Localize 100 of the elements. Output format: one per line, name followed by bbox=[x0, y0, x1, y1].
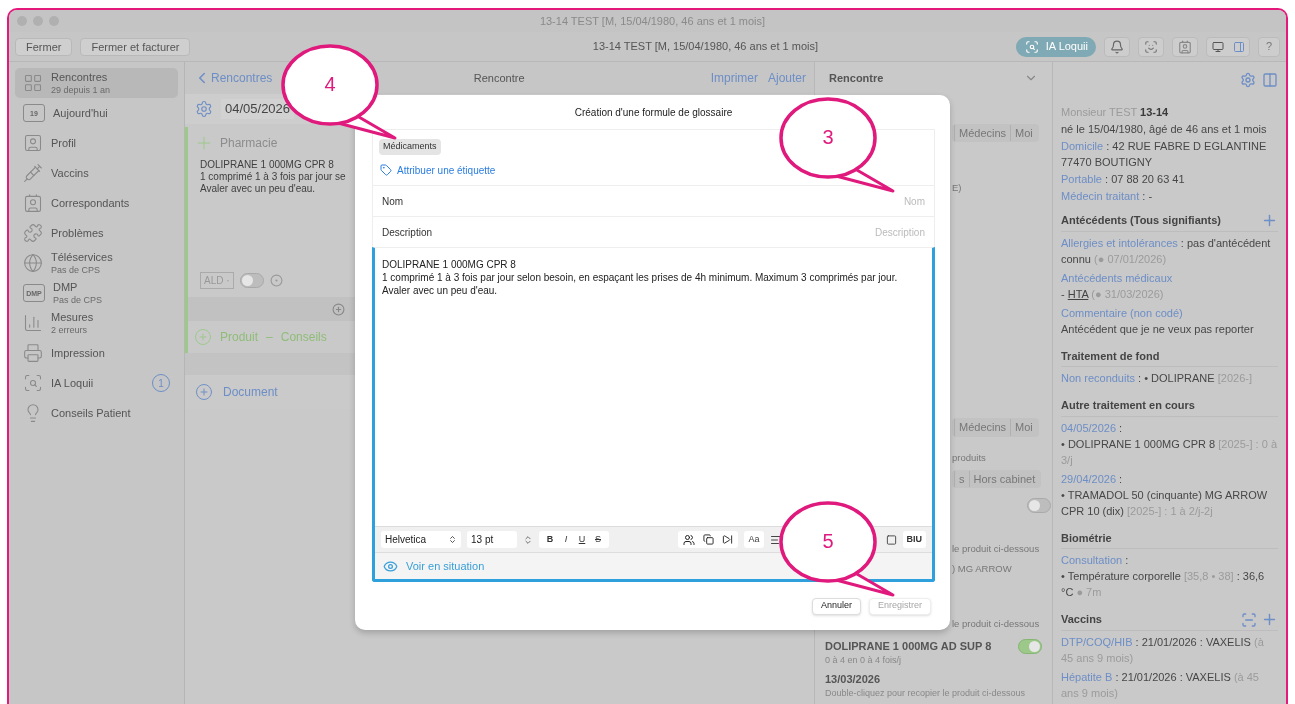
assign-tag-link[interactable]: Attribuer une étiquette bbox=[379, 162, 496, 178]
header-link[interactable]: Ajouter bbox=[767, 69, 806, 87]
font-select[interactable]: Helvetica bbox=[381, 531, 461, 548]
copy-icon[interactable] bbox=[703, 534, 715, 545]
style-button[interactable]: S bbox=[590, 532, 606, 547]
sidebar-item[interactable]: IA Loquii 1 bbox=[15, 368, 178, 398]
layout-toggle-icon[interactable] bbox=[1206, 36, 1250, 57]
text-fragment: E) bbox=[952, 181, 962, 196]
sidebar-item[interactable]: Profil bbox=[15, 128, 178, 158]
history-line: Antécédent que je ne veux pas reporter bbox=[1061, 321, 1255, 337]
style-button[interactable]: I bbox=[558, 532, 574, 547]
sidebar-item[interactable]: Problèmes bbox=[15, 218, 178, 248]
prescription-line: 1 comprimé 1 à 3 fois par jour se bbox=[200, 171, 346, 183]
style-button[interactable]: U bbox=[574, 532, 590, 547]
sidebar-item[interactable]: Vaccins bbox=[15, 158, 178, 188]
back-link[interactable]: Rencontres bbox=[193, 69, 273, 87]
header-link[interactable]: Imprimer bbox=[710, 69, 758, 87]
text-fragment: le produit ci-dessous bbox=[952, 542, 1040, 556]
add-icon[interactable] bbox=[194, 328, 212, 346]
skip-forward-icon[interactable] bbox=[722, 534, 734, 545]
segment[interactable]: Médecins bbox=[954, 419, 1011, 436]
split-panel-icon[interactable] bbox=[1262, 71, 1278, 88]
sidebar-label: Aujourd'hui bbox=[53, 106, 109, 120]
segmented-control[interactable]: Médecins Moi bbox=[952, 418, 1039, 437]
square-icon[interactable] bbox=[885, 533, 897, 546]
add-icon[interactable] bbox=[1261, 611, 1278, 628]
info-link[interactable]: Consultation bbox=[1061, 554, 1123, 566]
segment[interactable]: Moi bbox=[1010, 419, 1037, 436]
globe-icon bbox=[23, 253, 43, 273]
style-button[interactable]: BIU bbox=[902, 531, 926, 548]
info-link[interactable]: Domicile bbox=[1061, 139, 1104, 152]
sidebar-label: Conseils Patient bbox=[51, 406, 132, 420]
segmented-control[interactable]: Médecins Moi bbox=[952, 124, 1039, 143]
stepper-icon bbox=[448, 535, 457, 544]
info-link[interactable]: Hépatite B bbox=[1061, 671, 1113, 683]
puzzle-icon bbox=[23, 223, 43, 243]
segment[interactable]: s bbox=[954, 470, 969, 488]
form-field[interactable]: Description Description bbox=[372, 216, 935, 247]
settings-icon[interactable] bbox=[195, 100, 213, 118]
toolbar-button[interactable]: Fermer bbox=[15, 37, 73, 56]
sidebar-label: Profil bbox=[51, 136, 78, 150]
eye-icon[interactable] bbox=[383, 558, 398, 574]
sidebar-label: Rencontres bbox=[51, 70, 109, 84]
size-field[interactable]: 13 pt bbox=[467, 531, 517, 548]
grid-icon bbox=[23, 73, 43, 93]
text-field[interactable]: Description bbox=[502, 224, 925, 240]
toggle-switch[interactable] bbox=[1027, 498, 1051, 513]
bell-icon[interactable] bbox=[1104, 36, 1130, 57]
segmented-control[interactable]: s Hors cabinet bbox=[952, 469, 1042, 488]
profile-card-icon bbox=[23, 133, 43, 153]
sidebar-item[interactable]: Mesures 2 erreurs bbox=[15, 308, 178, 338]
people-icon[interactable] bbox=[683, 533, 696, 546]
segment[interactable]: Moi bbox=[1010, 124, 1037, 142]
text-field[interactable]: Nom bbox=[502, 193, 925, 209]
sidebar-item[interactable]: Conseils Patient bbox=[15, 398, 178, 428]
segment[interactable]: Médecins bbox=[954, 124, 1011, 142]
section-title: Biométrie bbox=[1061, 530, 1112, 546]
sidebar-item[interactable]: Rencontres 29 depuis 1 an bbox=[15, 68, 178, 98]
info-link[interactable]: 04/05/2026 bbox=[1061, 421, 1117, 434]
info-link[interactable]: DTP/COQ/HIB bbox=[1061, 636, 1133, 648]
dialog-button[interactable]: Annuler bbox=[811, 597, 861, 615]
scan-icon[interactable] bbox=[1241, 611, 1257, 628]
help-button[interactable]: ? bbox=[1258, 36, 1280, 57]
sidebar-label: Mesures bbox=[51, 310, 95, 324]
segment[interactable]: Hors cabinet bbox=[968, 470, 1040, 488]
add-icon[interactable] bbox=[332, 302, 345, 316]
toggle-switch[interactable] bbox=[239, 272, 264, 288]
sidebar-item[interactable]: Correspondants bbox=[15, 188, 178, 218]
document-link[interactable]: Document bbox=[223, 383, 278, 401]
prescription-line: Avaler avec un peu d'eau. bbox=[200, 183, 316, 195]
assistant-button[interactable]: IA Loquii bbox=[1015, 36, 1096, 57]
sidebar-label: Impression bbox=[51, 346, 106, 360]
toggle-switch[interactable] bbox=[1018, 638, 1042, 654]
face-scan-icon[interactable] bbox=[1138, 36, 1164, 57]
section-title: Rencontre bbox=[829, 70, 884, 86]
scan-search-icon bbox=[1023, 39, 1040, 54]
toolbar-button[interactable]: Fermer et facturer bbox=[80, 37, 191, 56]
add-icon[interactable] bbox=[195, 383, 213, 401]
tag-chip[interactable]: Médicaments bbox=[379, 139, 441, 155]
align-icon[interactable] bbox=[769, 533, 782, 546]
editor-text-area[interactable]: DOLIPRANE 1 000MG CPR 8 1 comprimé 1 à 3 fois par jour selon besoin, en espaçant les prises de 4h minimum. Maximum 3 comprimés par jour. Avaler avec un peu d'eau. bbox=[375, 248, 932, 526]
sidebar-item[interactable]: Impression bbox=[15, 338, 178, 368]
info-link[interactable]: Allergies et intolérances bbox=[1061, 236, 1178, 249]
case-button[interactable]: Aa bbox=[744, 531, 764, 548]
preview-link[interactable]: Voir en situation bbox=[406, 557, 485, 575]
settings-icon[interactable] bbox=[1240, 71, 1256, 88]
sidebar-sublabel: 29 depuis 1 an bbox=[51, 83, 112, 96]
id-card-icon[interactable] bbox=[1172, 36, 1198, 57]
style-button[interactable]: B bbox=[542, 532, 558, 547]
info-link[interactable]: 29/04/2026 bbox=[1061, 472, 1117, 485]
info-link[interactable]: Portable bbox=[1061, 172, 1102, 185]
sidebar-item[interactable]: Téléservices Pas de CPS bbox=[15, 248, 178, 278]
info-link[interactable]: Commentaire (non codé) bbox=[1061, 306, 1183, 319]
scan-search-icon bbox=[23, 373, 43, 393]
sidebar-label: Vaccins bbox=[51, 166, 90, 180]
info-link[interactable]: Non reconduits bbox=[1061, 372, 1135, 384]
info-link[interactable]: Antécédents médicaux bbox=[1061, 271, 1173, 284]
radio-icon[interactable] bbox=[269, 273, 283, 287]
date-field[interactable]: 04/05/2026 bbox=[221, 99, 295, 119]
info-link[interactable]: Médecin traitant bbox=[1061, 189, 1140, 202]
